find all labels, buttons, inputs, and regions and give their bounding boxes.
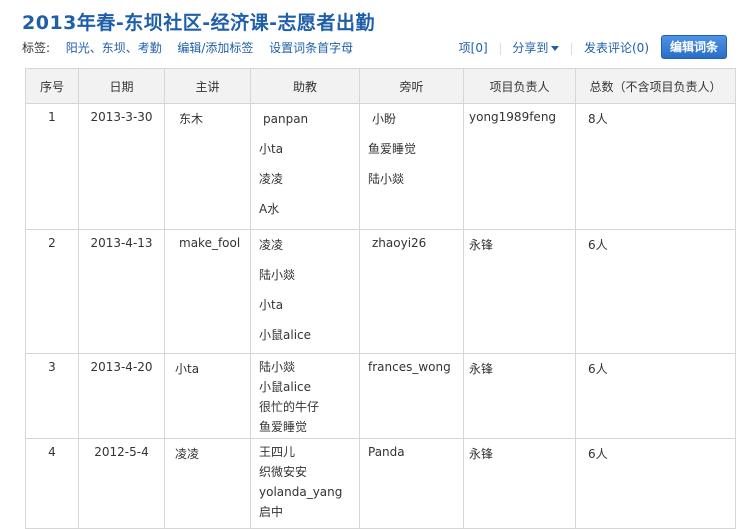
tags-label: 标签: xyxy=(22,41,51,55)
cell-date: 2012-5-4 xyxy=(78,438,165,529)
cell-speaker: 凌凌 xyxy=(164,438,251,529)
cell-lead: 永锋 xyxy=(463,353,576,439)
cell-no: 4 xyxy=(25,438,79,529)
assistant-name: 凌凌 xyxy=(259,172,284,186)
cell-speaker: make_fool xyxy=(164,229,251,354)
cell-assistants: 王四儿 织微安安 yolanda_yang 启中 xyxy=(250,438,360,529)
cell-speaker: 小ta xyxy=(164,353,251,439)
attendance-table: 序号 日期 主讲 助教 旁听 项目负责人 总数（不含项目负责人） 1 2013-… xyxy=(25,68,736,529)
cell-lead: 永锋 xyxy=(463,229,576,354)
table-row: 2 2013-4-13 make_fool 凌凌 陆小燚 小ta 小鼠alice… xyxy=(25,229,736,354)
item-count-link[interactable]: 项[0] xyxy=(459,41,488,55)
cell-assistants: 陆小燚 小鼠alice 很忙的牛仔 鱼爱睡觉 xyxy=(250,353,360,439)
auditor-name: 鱼爱睡觉 xyxy=(368,142,417,156)
col-header-auditors: 旁听 xyxy=(359,68,464,104)
assistant-name: 小ta xyxy=(259,142,284,156)
cell-auditors: zhaoyi26 xyxy=(359,229,464,354)
col-header-date: 日期 xyxy=(78,68,165,104)
cell-auditors: frances_wong xyxy=(359,353,464,439)
auditor-name: Panda xyxy=(368,445,405,459)
col-header-lead: 项目负责人 xyxy=(463,68,576,104)
assistant-name: A水 xyxy=(259,202,280,216)
cell-total: 6人 xyxy=(575,229,736,354)
share-link[interactable]: 分享到 xyxy=(512,41,560,55)
assistant-name: panpan xyxy=(263,112,309,126)
assistant-name: 陆小燚 xyxy=(259,360,296,374)
toolbar-divider xyxy=(499,42,501,55)
chevron-down-icon xyxy=(551,46,560,51)
auditor-name: frances_wong xyxy=(368,360,451,374)
tag-bar: 标签: 阳光、东坝、考勤 编辑/添加标签 设置词条首字母 xyxy=(22,39,353,56)
col-header-assistants: 助教 xyxy=(250,68,360,104)
assistant-name: 小ta xyxy=(259,298,284,312)
cell-assistants: 凌凌 陆小燚 小ta 小鼠alice xyxy=(250,229,360,354)
post-comment-link[interactable]: 发表评论(0) xyxy=(584,41,649,55)
col-header-no: 序号 xyxy=(25,68,79,104)
table-row: 4 2012-5-4 凌凌 王四儿 织微安安 yolanda_yang 启中 P… xyxy=(25,438,736,529)
cell-assistants: panpan 小ta 凌凌 A水 xyxy=(250,103,360,230)
col-header-total: 总数（不含项目负责人） xyxy=(575,68,736,104)
cell-no: 3 xyxy=(25,353,79,439)
cell-date: 2013-4-13 xyxy=(78,229,165,354)
edit-entry-button[interactable]: 编辑词条 xyxy=(661,35,727,59)
assistant-name: 凌凌 xyxy=(259,238,284,252)
table-row: 3 2013-4-20 小ta 陆小燚 小鼠alice 很忙的牛仔 鱼爱睡觉 f… xyxy=(25,353,736,439)
cell-total: 6人 xyxy=(575,438,736,529)
cell-total: 6人 xyxy=(575,353,736,439)
toolbar-divider xyxy=(571,42,573,55)
cell-date: 2013-4-20 xyxy=(78,353,165,439)
share-label: 分享到 xyxy=(512,41,549,55)
auditor-name: zhaoyi26 xyxy=(372,236,427,250)
set-index-letter-link[interactable]: 设置词条首字母 xyxy=(269,41,353,55)
assistant-name: 很忙的牛仔 xyxy=(259,400,320,414)
cell-auditors: Panda xyxy=(359,438,464,529)
edit-tags-link[interactable]: 编辑/添加标签 xyxy=(177,41,253,55)
assistant-name: 小鼠alice xyxy=(259,380,312,394)
assistant-name: 陆小燚 xyxy=(259,268,296,282)
assistant-name: yolanda_yang xyxy=(259,485,343,499)
assistant-name: 王四儿 xyxy=(259,445,296,459)
tags-link[interactable]: 阳光、东坝、考勤 xyxy=(66,41,162,55)
cell-date: 2013-3-30 xyxy=(78,103,165,230)
col-header-speaker: 主讲 xyxy=(164,68,251,104)
auditor-name: 小盼 xyxy=(372,112,397,126)
table-header-row: 序号 日期 主讲 助教 旁听 项目负责人 总数（不含项目负责人） xyxy=(25,68,736,104)
assistant-name: 织微安安 xyxy=(259,465,308,479)
table-row: 1 2013-3-30 东木 panpan 小ta 凌凌 A水 小盼 鱼爱睡觉 … xyxy=(25,103,736,230)
cell-no: 1 xyxy=(25,103,79,230)
cell-speaker: 东木 xyxy=(164,103,251,230)
cell-auditors: 小盼 鱼爱睡觉 陆小燚 xyxy=(359,103,464,230)
assistant-name: 启中 xyxy=(259,505,284,519)
auditor-name: 陆小燚 xyxy=(368,172,405,186)
cell-lead: yong1989feng xyxy=(463,103,576,230)
assistant-name: 鱼爱睡觉 xyxy=(259,420,308,434)
assistant-name: 小鼠alice xyxy=(259,328,312,342)
page-title: 2013年春-东坝社区-经济课-志愿者出勤 xyxy=(22,12,376,34)
cell-total: 8人 xyxy=(575,103,736,230)
article-toolbar: 项[0] 分享到 发表评论(0) xyxy=(459,39,649,56)
cell-no: 2 xyxy=(25,229,79,354)
cell-lead: 永锋 xyxy=(463,438,576,529)
